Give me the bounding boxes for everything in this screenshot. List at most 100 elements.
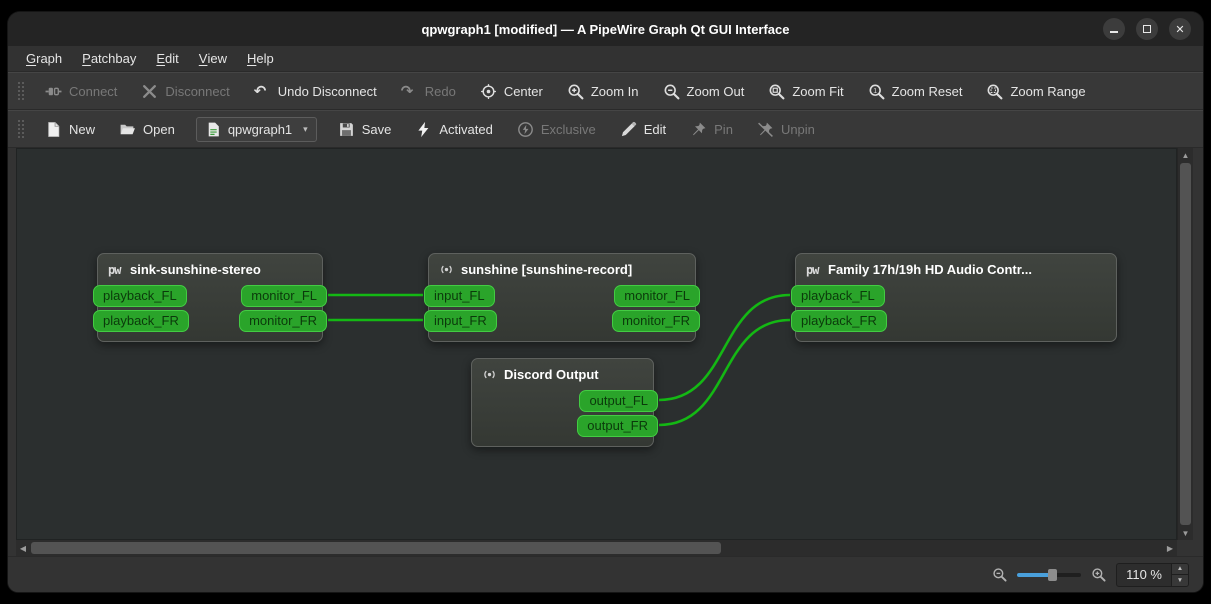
file-toolbar: New Open qpwgraph1 ▾ Save Activated Exclusive E… <box>8 110 1203 148</box>
toolbar-grip-handle[interactable] <box>17 119 24 139</box>
zoom-fit-button[interactable]: Zoom Fit <box>757 78 854 105</box>
node-port-row: output_FL <box>472 389 658 414</box>
node-discord-output[interactable]: Discord Output output_FL output_FR <box>471 358 658 447</box>
menu-graph[interactable]: Graph <box>16 46 72 71</box>
port-discord-output-output_FL[interactable]: output_FL <box>579 390 658 412</box>
minimize-button[interactable] <box>1103 18 1125 40</box>
port-sink-sunshine-stereo-monitor_FL[interactable]: monitor_FL <box>241 285 327 307</box>
app-window: qpwgraph1 [modified] — A PipeWire Graph … <box>8 12 1203 592</box>
node-sunshine[interactable]: sunshine [sunshine-record] input_FL monito… <box>424 253 700 342</box>
toolbar-button-label: Zoom Out <box>686 83 745 99</box>
zoom-slider[interactable] <box>1017 568 1082 581</box>
zoom-spin-down-button[interactable]: ▼ <box>1172 574 1188 586</box>
graph-canvas[interactable]: pw sink-sunshine-stereo playback_FL monitor… <box>16 148 1177 540</box>
port-sunshine-monitor_FL[interactable]: monitor_FL <box>614 285 700 307</box>
toolbar-button-label: Disconnect <box>165 83 230 99</box>
port-discord-output-output_FR[interactable]: output_FR <box>577 415 658 437</box>
save-icon <box>338 121 355 138</box>
zoom-range-icon <box>986 83 1003 100</box>
menu-view[interactable]: View <box>189 46 237 71</box>
horizontal-scrollbar[interactable]: ◀ ▶ <box>16 540 1177 556</box>
menu-accel-char: H <box>246 51 257 66</box>
scroll-right-arrow-icon[interactable]: ▶ <box>1163 540 1177 556</box>
scroll-up-arrow-icon[interactable]: ▲ <box>1178 148 1193 162</box>
toolbar-button-label: Zoom Fit <box>792 83 844 99</box>
port-sink-sunshine-stereo-monitor_FR[interactable]: monitor_FR <box>239 310 327 332</box>
node-title: Family 17h/19h HD Audio Contr... <box>828 261 1032 277</box>
menu-help[interactable]: Help <box>237 46 284 71</box>
open-button[interactable]: Open <box>108 116 186 143</box>
save-button[interactable]: Save <box>327 116 403 143</box>
pipewire-icon: pw <box>806 262 819 277</box>
activated-icon <box>415 121 432 138</box>
patchbay-combo[interactable]: qpwgraph1 ▾ <box>195 116 317 142</box>
port-family-audio-controller-playback_FR[interactable]: playback_FR <box>791 310 887 332</box>
zoom-out-button[interactable]: Zoom Out <box>652 78 756 105</box>
maximize-button[interactable] <box>1136 18 1158 40</box>
unpin-button: Unpin <box>746 116 826 143</box>
close-button[interactable]: ✕ <box>1169 18 1191 40</box>
port-family-audio-controller-playback_FL[interactable]: playback_FL <box>791 285 885 307</box>
toolbar-button-label: Center <box>503 83 543 99</box>
vertical-scrollbar-thumb[interactable] <box>1180 163 1191 525</box>
zoom-in-icon <box>567 83 584 100</box>
zoom-out-icon <box>663 83 680 100</box>
zoom-reset-button[interactable]: 1 Zoom Reset <box>857 78 974 105</box>
menu-edit[interactable]: Edit <box>146 46 188 71</box>
stream-icon <box>439 262 454 277</box>
new-icon <box>45 121 62 138</box>
toolbar-grip-handle[interactable] <box>17 81 24 101</box>
menu-label-rest: elp <box>256 51 274 66</box>
undo-icon: ↶ <box>253 82 267 100</box>
toolbar-button-label: Zoom Reset <box>891 83 963 99</box>
node-port-list: playback_FL playback_FR <box>791 284 1116 341</box>
edit-icon <box>620 121 637 138</box>
svg-text:1: 1 <box>873 87 877 94</box>
zoom-spin-arrows: ▲ ▼ <box>1171 563 1188 586</box>
zoom-reset-icon: 1 <box>868 83 885 100</box>
port-sunshine-input_FL[interactable]: input_FL <box>424 285 495 307</box>
zoom-spin-up-button[interactable]: ▲ <box>1172 563 1188 574</box>
chevron-down-icon: ▾ <box>303 123 308 134</box>
edit-button[interactable]: Edit <box>609 116 677 143</box>
canvas-area: pw sink-sunshine-stereo playback_FL monitor… <box>8 148 1203 540</box>
connections-layer <box>327 293 791 427</box>
maximize-icon <box>1143 25 1151 33</box>
menu-accel-char: V <box>198 51 208 66</box>
horizontal-scrollbar-thumb[interactable] <box>31 542 721 554</box>
activated-button[interactable]: Activated <box>404 116 503 143</box>
connect-icon <box>45 83 62 100</box>
zoom-out-icon <box>992 567 1007 582</box>
window-title: qpwgraph1 [modified] — A PipeWire Graph … <box>421 21 790 37</box>
menu-label-rest: atchbay <box>90 51 137 66</box>
vertical-scrollbar[interactable]: ▲ ▼ <box>1177 148 1193 540</box>
scroll-down-arrow-icon[interactable]: ▼ <box>1178 526 1193 540</box>
toolbar-button-label: Redo <box>424 83 456 99</box>
node-port-row: playback_FL <box>791 284 1116 309</box>
zoom-range-button[interactable]: Zoom Range <box>975 78 1096 105</box>
node-title: Discord Output <box>504 366 599 382</box>
node-sink-sunshine-stereo[interactable]: pw sink-sunshine-stereo playback_FLmonitor… <box>93 253 327 342</box>
scroll-left-arrow-icon[interactable]: ◀ <box>16 540 30 556</box>
pipewire-icon: pw <box>108 262 121 277</box>
toolbar-button-label: Zoom Range <box>1010 83 1086 99</box>
new-button[interactable]: New <box>34 116 106 143</box>
port-sink-sunshine-stereo-playback_FL[interactable]: playback_FL <box>93 285 187 307</box>
port-sunshine-monitor_FR[interactable]: monitor_FR <box>612 310 700 332</box>
undo-disconnect-button[interactable]: ↶ Undo Disconnect <box>243 78 388 105</box>
node-header: Discord Output <box>472 359 653 389</box>
menu-accel-char: G <box>26 51 37 66</box>
port-sink-sunshine-stereo-playback_FR[interactable]: playback_FR <box>93 310 189 332</box>
port-sunshine-input_FR[interactable]: input_FR <box>424 310 497 332</box>
open-icon <box>119 121 136 138</box>
exclusive-icon <box>517 121 534 138</box>
menu-patchbay[interactable]: Patchbay <box>72 46 146 71</box>
zoom-slider-handle[interactable] <box>1048 568 1058 581</box>
zoom-slider-fill <box>1017 572 1053 577</box>
node-family-audio-controller[interactable]: pw Family 17h/19h HD Audio Contr... playba… <box>791 253 1117 342</box>
node-header: pw sink-sunshine-stereo <box>98 254 322 284</box>
menu-accel-char: E <box>156 51 166 66</box>
zoom-in-button[interactable]: Zoom In <box>556 78 650 105</box>
center-button[interactable]: Center <box>469 78 554 105</box>
zoom-in-icon <box>1091 567 1106 582</box>
